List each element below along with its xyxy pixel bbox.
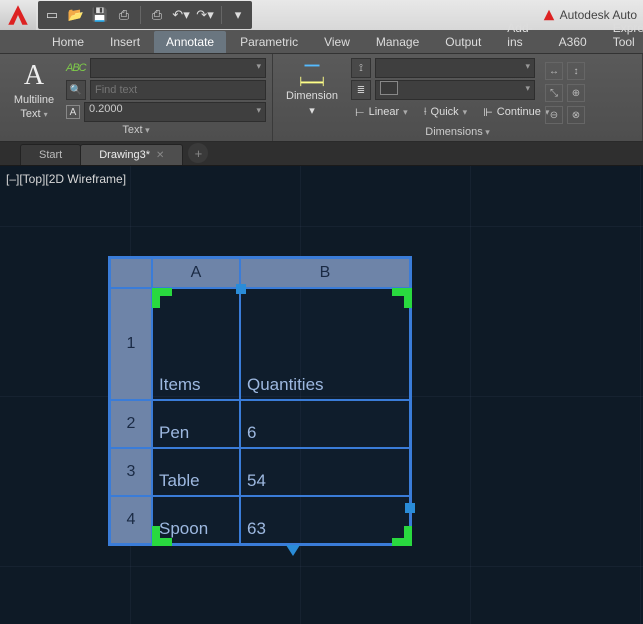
dim-tool-6[interactable]: ⊗ [567,106,585,124]
grip-bottom-tri[interactable] [286,545,300,556]
linear-button[interactable]: ⊢ Linear [351,102,412,122]
text-height-dropdown[interactable]: 0.2000 [84,102,266,122]
text-A-icon: A [24,60,44,92]
drawing-area[interactable]: [–][Top][2D Wireframe] A B 1 Items Quant… [0,166,643,624]
cell-B2[interactable]: 6 [240,400,410,448]
grip-bottom-left[interactable] [152,526,172,546]
dimension-icon [297,58,327,88]
ribbon-tabs: Home Insert Annotate Parametric View Man… [0,30,643,54]
dim-tool-2[interactable]: ↕ [567,62,585,80]
dimlayer-icon[interactable]: ≣ [351,80,371,100]
cell-B4[interactable]: 63 [240,496,410,544]
saveas-icon[interactable]: ⎙ [116,7,132,23]
tab-output[interactable]: Output [433,31,493,53]
document-tab-bar: Start Drawing3*✕ + [0,142,643,166]
quick-access-toolbar: ▭ 📂 💾 ⎙ ⎙ ↶▾ ↷▾ ▾ [38,1,252,29]
tab-a360[interactable]: A360 [547,31,599,53]
multiline-text-button[interactable]: A Multiline Text ▾ [6,58,62,122]
tab-home[interactable]: Home [40,31,96,53]
doctab-drawing3[interactable]: Drawing3*✕ [80,144,183,165]
tab-express[interactable]: Express Tool [601,17,643,53]
col-header-A[interactable]: A [152,258,240,288]
undo-icon[interactable]: ↶▾ [173,7,189,23]
cell-B1[interactable]: Quantities [240,288,410,400]
dim-mini-tools: ↔↕ ⤡⊕ ⊖⊗ [541,58,589,124]
table-corner[interactable] [110,258,152,288]
dim-tool-3[interactable]: ⤡ [545,84,563,102]
view-label[interactable]: [–][Top][2D Wireframe] [6,172,126,186]
dim-tool-5[interactable]: ⊖ [545,106,563,124]
tab-parametric[interactable]: Parametric [228,31,310,53]
dimstyle-icon[interactable]: ⟟ [351,58,371,78]
new-tab-button[interactable]: + [188,143,208,163]
cell-A2[interactable]: Pen [152,400,240,448]
cell-A3[interactable]: Table [152,448,240,496]
row-header-4[interactable]: 4 [110,496,152,544]
text-style-dropdown[interactable] [90,58,266,78]
find-icon[interactable]: 🔍 [66,80,86,100]
qat-dropdown-icon[interactable]: ▾ [230,7,246,23]
panel-title-text[interactable]: Text [6,122,266,138]
panel-title-dimensions[interactable]: Dimensions [279,124,636,140]
ribbon: A Multiline Text ▾ ABC 🔍 A 0.2000 Tex [0,54,643,142]
open-icon[interactable]: 📂 [68,7,84,23]
panel-dimensions: Dimension ▾ ⟟ ≣ ⊢ Linear ⟊ Quick ⊩ Cont [273,54,643,141]
grip-right-mid[interactable] [405,503,415,513]
tab-insert[interactable]: Insert [98,31,152,53]
save-icon[interactable]: 💾 [92,7,108,23]
doctab-start[interactable]: Start [20,144,81,165]
grip-bottom-right[interactable] [392,526,412,546]
grip-top-left[interactable] [152,288,172,308]
panel-text: A Multiline Text ▾ ABC 🔍 A 0.2000 Tex [0,54,273,141]
close-icon[interactable]: ✕ [156,150,164,161]
selected-table[interactable]: A B 1 Items Quantities 2 Pen 6 3 Table 5… [108,256,412,546]
tab-view[interactable]: View [312,31,362,53]
dim-tool-4[interactable]: ⊕ [567,84,585,102]
tab-addins[interactable]: Add-ins [495,17,544,53]
dimlayer-dropdown[interactable] [375,80,535,100]
row-header-1[interactable]: 1 [110,288,152,400]
row-header-3[interactable]: 3 [110,448,152,496]
tab-manage[interactable]: Manage [364,31,431,53]
col-header-B[interactable]: B [240,258,410,288]
redo-icon[interactable]: ↷▾ [197,7,213,23]
text-height-icon[interactable]: A [66,105,80,119]
row-header-2[interactable]: 2 [110,400,152,448]
title-bar: ▭ 📂 💾 ⎙ ⎙ ↶▾ ↷▾ ▾ Autodesk Auto [0,0,643,30]
new-icon[interactable]: ▭ [44,7,60,23]
grip-top-right[interactable] [392,288,412,308]
tab-annotate[interactable]: Annotate [154,31,226,53]
quick-button[interactable]: ⟊ Quick [420,102,471,122]
spellcheck-icon[interactable]: ABC [66,62,86,74]
dimension-button[interactable]: Dimension ▾ [279,58,345,117]
find-text-input[interactable] [90,80,266,100]
cell-B3[interactable]: 54 [240,448,410,496]
dim-tool-1[interactable]: ↔ [545,62,563,80]
grip-col-sep[interactable] [236,284,246,294]
plot-icon[interactable]: ⎙ [149,7,165,23]
app-logo[interactable] [0,0,36,30]
dimstyle-dropdown[interactable] [375,58,535,78]
